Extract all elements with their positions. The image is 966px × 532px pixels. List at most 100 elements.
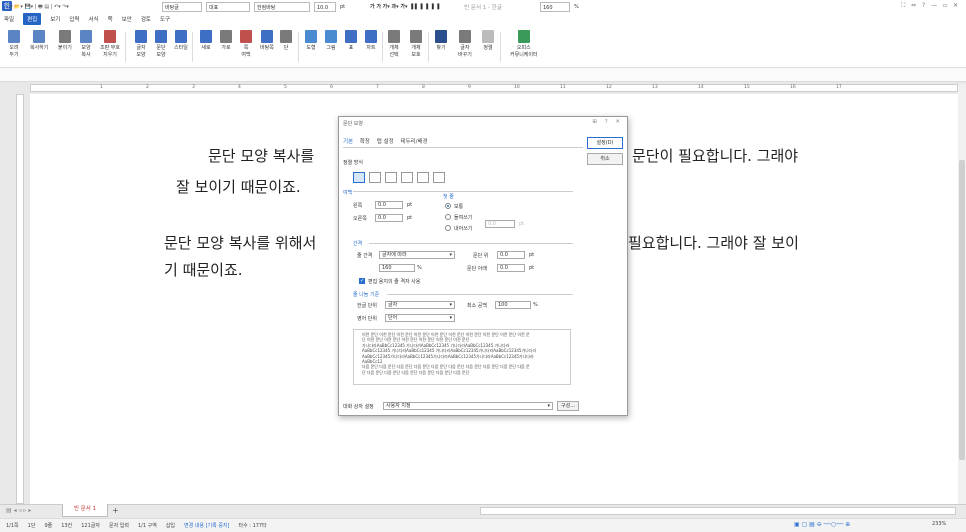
- first-line-input[interactable]: 0.0: [485, 220, 515, 228]
- margin-section-label: 여백: [343, 190, 353, 196]
- view-mode-icon[interactable]: ▣ ▢ ▤ ⊖ ──○── ⊕: [794, 521, 850, 528]
- ribbon-label: 표: [348, 45, 354, 51]
- ribbon-button-17[interactable]: 개체 선택: [388, 30, 400, 58]
- bold-button[interactable]: 가 가 가▾ 과▾ 가▾ ▐ ▌▐ ▐ ▐ ▐: [370, 2, 439, 12]
- menu-review[interactable]: 검토: [141, 15, 151, 23]
- align-right-icon[interactable]: [385, 172, 397, 183]
- min-space-input[interactable]: 100: [495, 301, 531, 309]
- ribbon-button-6[interactable]: 문단 모양: [155, 30, 167, 58]
- horizontal-scrollbar[interactable]: [480, 507, 956, 515]
- first-outdent-radio[interactable]: [445, 225, 451, 231]
- ribbon-icon: [345, 30, 357, 43]
- status-insert[interactable]: 삽입: [166, 522, 175, 529]
- ribbon-button-10[interactable]: 쪽 여백: [240, 30, 252, 58]
- ribbon-button-8[interactable]: 새로: [200, 30, 212, 52]
- ribbon-button-19[interactable]: 찾기: [435, 30, 447, 52]
- menu-page[interactable]: 쪽: [108, 15, 113, 23]
- cancel-button[interactable]: 취소: [587, 153, 623, 165]
- first-indent-radio[interactable]: [445, 214, 451, 220]
- menu-security[interactable]: 보안: [122, 15, 132, 23]
- line-spacing-type-select[interactable]: 글자에 따라: [379, 251, 455, 259]
- ribbon-button-20[interactable]: 글자 바꾸기: [458, 30, 472, 58]
- line-spacing-input[interactable]: 160: [379, 264, 415, 272]
- tab-tab-settings[interactable]: 탭 설정: [377, 139, 394, 145]
- line-grid-checkbox[interactable]: ✓: [359, 278, 365, 284]
- doc-line-1a: 문단 모양 복사를: [208, 147, 315, 165]
- ribbon-button-18[interactable]: 개체 보호: [410, 30, 422, 58]
- ribbon-button-15[interactable]: 표: [345, 30, 357, 52]
- menu-file[interactable]: 파일: [4, 15, 14, 23]
- ribbon-button-5[interactable]: 글자 모양: [135, 30, 147, 58]
- horizontal-ruler[interactable]: [30, 84, 958, 92]
- status-line: 9줄: [44, 523, 53, 529]
- tab-border[interactable]: 테두리/배경: [400, 139, 427, 145]
- space-below-input[interactable]: 0.0: [497, 264, 525, 272]
- space-above-input[interactable]: 0.0: [497, 251, 525, 259]
- tab-extended[interactable]: 확장: [360, 139, 370, 145]
- ribbon-button-22[interactable]: 오피스 커뮤니케이터: [510, 30, 538, 58]
- ribbon-button-21[interactable]: 정렬: [482, 30, 494, 52]
- lang-select[interactable]: 대표: [206, 2, 250, 12]
- left-margin-input[interactable]: 0.0: [375, 201, 403, 209]
- zoom-input[interactable]: 160: [540, 2, 570, 12]
- ribbon-button-4[interactable]: 조판 부호 지우기: [100, 30, 120, 58]
- ribbon-button-2[interactable]: 붙이기: [58, 30, 72, 52]
- ribbon-label: 붙이기: [58, 45, 72, 51]
- align-center-icon[interactable]: [401, 172, 413, 183]
- format-bar: [0, 68, 966, 82]
- menu-format[interactable]: 서식: [89, 15, 99, 23]
- first-outdent-label: 내어쓰기: [454, 226, 473, 232]
- ribbon-button-9[interactable]: 가로: [220, 30, 232, 52]
- ribbon-button-14[interactable]: 그림: [325, 30, 337, 52]
- status-cell: 13칸: [61, 523, 73, 529]
- style-select[interactable]: 바탕글: [162, 2, 202, 12]
- ribbon-button-12[interactable]: 단: [280, 30, 292, 52]
- font-select[interactable]: 한컴바탕: [254, 2, 310, 12]
- new-doc-icon[interactable]: 🗋▾ 📂▾ 💾▾ | 🖶 ▤ | ↶▾ ↷▾: [6, 2, 69, 12]
- hangul-unit-select[interactable]: 글자: [385, 301, 455, 309]
- status-column: 1단: [27, 523, 36, 529]
- first-line-section-label: 첫 줄: [443, 194, 454, 200]
- font-size-input[interactable]: 10.0: [314, 2, 336, 12]
- ok-button[interactable]: 설정(D): [587, 137, 623, 149]
- add-tab-button[interactable]: +: [112, 506, 119, 515]
- configure-button[interactable]: 구성...: [557, 401, 579, 411]
- left-margin-bar: [0, 84, 14, 504]
- ribbon-button-11[interactable]: 바탕쪽: [260, 30, 274, 52]
- english-unit-select[interactable]: 단어: [385, 314, 455, 322]
- menu-edit[interactable]: 편집: [23, 13, 42, 25]
- ribbon-button-13[interactable]: 도형: [305, 30, 317, 52]
- ruler-tick-label: 15: [744, 85, 750, 90]
- tab-basic[interactable]: 기본: [343, 139, 353, 145]
- dialog-settings-select[interactable]: 사용자 지정: [383, 402, 553, 410]
- right-margin-input[interactable]: 0.0: [375, 214, 403, 222]
- zoom-unit: %: [574, 4, 579, 10]
- tab-nav-arrows-icon[interactable]: ▤ ◂ ◃ ▹ ▸: [6, 507, 31, 514]
- ribbon-icon: [305, 30, 317, 43]
- align-divide-icon[interactable]: [433, 172, 445, 183]
- ribbon-button-1[interactable]: 복사하기: [30, 30, 48, 52]
- menu-insert[interactable]: 입력: [69, 15, 79, 23]
- ribbon-icon: [200, 30, 212, 43]
- ribbon-separator: [125, 32, 126, 62]
- align-justify-icon[interactable]: [353, 172, 365, 183]
- ribbon-label: 정렬: [483, 45, 493, 51]
- align-distribute-icon[interactable]: [417, 172, 429, 183]
- vertical-ruler[interactable]: [16, 94, 24, 504]
- dialog-controls[interactable]: ⊞ ? ✕: [592, 119, 623, 125]
- ribbon-label: 차트: [366, 45, 376, 51]
- ribbon-label: 문단 모양: [156, 45, 166, 58]
- ribbon-button-0[interactable]: 오려 두기: [8, 30, 20, 58]
- status-track-changes[interactable]: 변경 내용 [기록 중지]: [184, 522, 229, 529]
- menu-view[interactable]: 보기: [50, 15, 60, 23]
- space-above-label: 문단 위: [473, 253, 489, 259]
- ribbon-button-7[interactable]: 스타일: [174, 30, 188, 52]
- scroll-thumb[interactable]: [959, 160, 965, 460]
- menu-tools[interactable]: 도구: [160, 15, 170, 23]
- first-normal-radio[interactable]: [445, 203, 451, 209]
- tab-document-1[interactable]: 빈 문서 1: [62, 504, 108, 517]
- align-left-icon[interactable]: [369, 172, 381, 183]
- ribbon-button-16[interactable]: 차트: [365, 30, 377, 52]
- ribbon-button-3[interactable]: 모양 복사: [80, 30, 92, 58]
- window-controls[interactable]: ⛶ ⇔ ? — ▫ ✕: [901, 2, 960, 10]
